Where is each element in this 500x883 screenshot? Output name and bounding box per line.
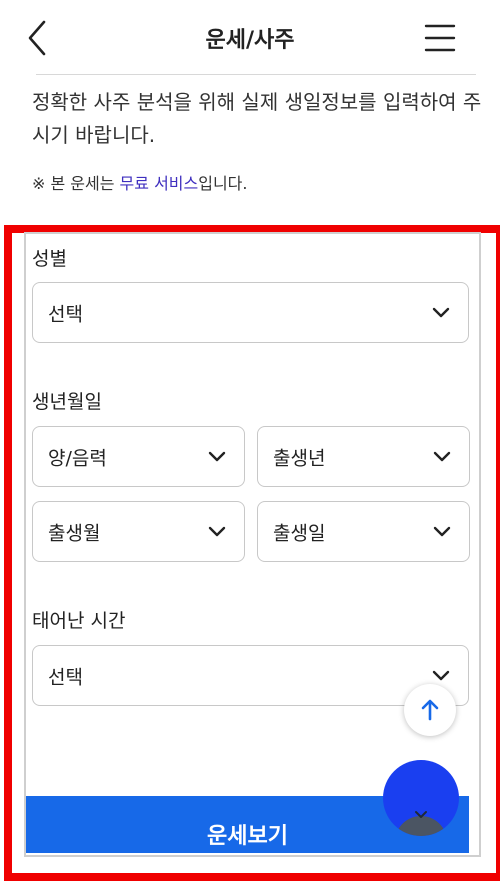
notice-suffix: 입니다. — [198, 174, 248, 193]
birth-day-value: 출생일 — [273, 522, 326, 544]
calendar-type-value: 양/음력 — [48, 447, 107, 469]
fab-overlay — [395, 816, 447, 836]
birth-month-value: 출생월 — [48, 522, 101, 544]
calendar-type-select[interactable]: 양/음력 — [32, 426, 245, 487]
chevron-down-icon — [208, 451, 226, 461]
header-divider — [36, 74, 476, 75]
notice-accent: 무료 서비스 — [119, 174, 199, 193]
scroll-to-top-button[interactable] — [404, 684, 456, 736]
gender-select[interactable]: 선택 — [32, 282, 469, 343]
chevron-down-icon — [433, 526, 451, 536]
birth-year-value: 출생년 — [273, 447, 326, 469]
birth-time-value: 선택 — [48, 666, 83, 688]
chevron-down-icon — [208, 526, 226, 536]
gender-select-value: 선택 — [48, 303, 83, 325]
app-header: 운세/사주 — [0, 0, 500, 74]
birth-day-select[interactable]: 출생일 — [257, 501, 470, 562]
arrow-up-icon — [421, 699, 439, 721]
chevron-down-icon — [432, 670, 450, 680]
floating-action-button[interactable] — [383, 760, 459, 836]
chevron-down-icon — [432, 307, 450, 317]
gender-label: 성별 — [32, 248, 67, 270]
free-service-notice: ※ 본 운세는 무료 서비스입니다. — [32, 170, 247, 194]
menu-button[interactable] — [420, 20, 460, 56]
chevron-down-icon — [433, 451, 451, 461]
chevron-down-icon — [415, 811, 427, 818]
birth-time-select[interactable]: 선택 — [32, 645, 469, 706]
birth-year-select[interactable]: 출생년 — [257, 426, 470, 487]
birth-time-label: 태어난 시간 — [32, 610, 126, 632]
birthdate-label: 생년월일 — [32, 391, 102, 413]
intro-text: 정확한 사주 분석을 위해 실제 생일정보를 입력하여 주시기 바랍니다. — [32, 90, 482, 147]
notice-prefix: ※ 본 운세는 — [32, 174, 120, 193]
birth-month-select[interactable]: 출생월 — [32, 501, 245, 562]
hamburger-menu-icon — [424, 24, 456, 52]
